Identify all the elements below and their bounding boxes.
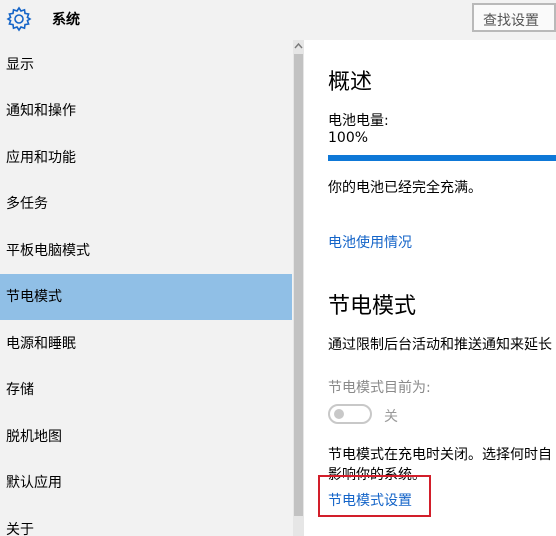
overview-heading: 概述 xyxy=(328,70,373,95)
gear-icon xyxy=(6,6,32,32)
sidebar-item-power-sleep[interactable]: 电源和睡眠 xyxy=(0,321,292,367)
battery-saver-heading: 节电模式 xyxy=(328,294,417,319)
battery-status-text: 你的电池已经完全充满。 xyxy=(328,180,482,196)
title-bar: 系统 查找设置 xyxy=(0,0,556,40)
battery-level-label: 电池电量: xyxy=(328,113,389,129)
sidebar-item-battery-saver[interactable]: 节电模式 xyxy=(0,274,292,320)
sidebar-item-tablet-mode[interactable]: 平板电脑模式 xyxy=(0,228,292,274)
sidebar-item-apps[interactable]: 应用和功能 xyxy=(0,135,292,181)
battery-usage-link[interactable]: 电池使用情况 xyxy=(328,232,412,252)
sidebar-item-about[interactable]: 关于 xyxy=(0,507,292,536)
battery-saver-description: 通过限制后台活动和推送通知来延长 xyxy=(328,337,552,353)
sidebar-item-offline-maps[interactable]: 脱机地图 xyxy=(0,414,292,460)
app-title: 系统 xyxy=(52,12,80,28)
search-placeholder: 查找设置 xyxy=(483,13,539,29)
scroll-up-arrow-icon[interactable] xyxy=(294,42,303,50)
scroll-thumb[interactable] xyxy=(294,54,303,516)
toggle-knob xyxy=(334,409,344,419)
sidebar-item-default-apps[interactable]: 默认应用 xyxy=(0,460,292,506)
battery-level-value: 100% xyxy=(328,130,369,146)
search-input[interactable]: 查找设置 xyxy=(472,3,556,32)
sidebar-item-notifications[interactable]: 通知和操作 xyxy=(0,88,292,134)
sidebar-item-multitasking[interactable]: 多任务 xyxy=(0,181,292,227)
battery-saver-toggle[interactable] xyxy=(328,404,372,424)
sidebar-item-storage[interactable]: 存储 xyxy=(0,367,292,413)
battery-progress-bar xyxy=(328,155,556,161)
sidebar-item-display[interactable]: 显示 xyxy=(0,42,292,88)
battery-saver-note-line1: 节电模式在充电时关闭。选择何时自 xyxy=(328,447,552,463)
battery-saver-toggle-state: 关 xyxy=(384,409,398,425)
main-panel: 概述 电池电量: 100% 你的电池已经完全充满。 电池使用情况 节电模式 通过… xyxy=(304,40,556,536)
sidebar: 显示 通知和操作 应用和功能 多任务 平板电脑模式 节电模式 电源和睡眠 存储 … xyxy=(0,40,304,536)
highlight-annotation-box xyxy=(318,475,431,517)
battery-saver-status-label: 节电模式目前为: xyxy=(328,380,431,396)
battery-progress-fill xyxy=(328,155,556,161)
sidebar-scrollbar[interactable] xyxy=(293,40,304,536)
